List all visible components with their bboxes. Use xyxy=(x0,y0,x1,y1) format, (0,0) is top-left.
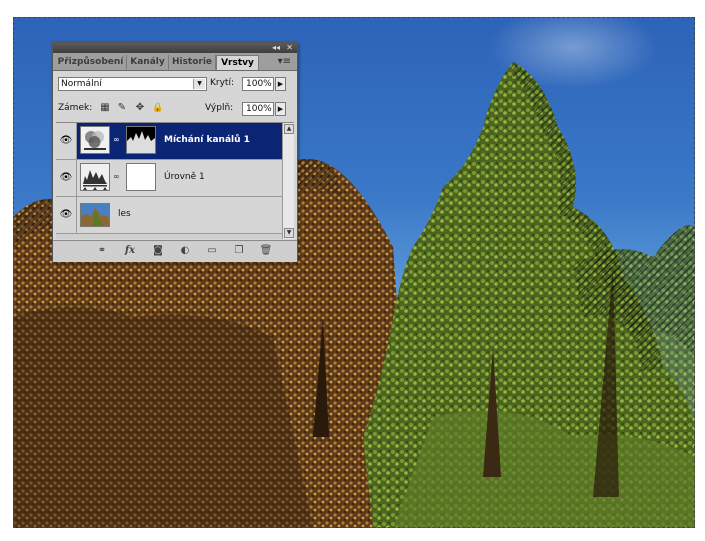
opacity-slider-arrow-icon[interactable]: ▶ xyxy=(275,77,286,91)
add-mask-icon[interactable]: ◙ xyxy=(151,244,165,258)
mask-link-chain-icon[interactable]: ∞ xyxy=(113,172,120,181)
levels-adjustment-icon xyxy=(80,163,110,191)
lock-row: Zámek: ▦ ✎ ✥ 🔒 Výplň: 100% ▶ xyxy=(53,98,297,120)
dropdown-arrow-icon[interactable]: ▼ xyxy=(193,79,205,89)
blend-mode-value: Normální xyxy=(61,79,102,89)
blend-row: Normální ▼ Krytí: 100% ▶ xyxy=(53,73,297,95)
scroll-down-icon[interactable]: ▼ xyxy=(284,228,294,238)
layer-row-levels[interactable]: 👁 ∞ Úrovně 1 xyxy=(56,160,282,197)
layer-row-channel-mixer[interactable]: 👁 ∞ Míchání kanálů 1 xyxy=(56,123,282,160)
visibility-eye-icon[interactable]: 👁 xyxy=(56,123,77,159)
panel-title-bar[interactable]: ◂◂ ✕ xyxy=(53,43,297,53)
layers-scrollbar[interactable]: ▲ ▼ xyxy=(282,123,294,239)
fill-input[interactable]: 100% xyxy=(242,102,274,116)
lock-all-icon[interactable]: 🔒 xyxy=(152,102,164,114)
layers-panel[interactable]: ◂◂ ✕ Přizpůsobení Kanály Historie Vrstvy… xyxy=(52,42,298,262)
layer-mask-thumbnail[interactable] xyxy=(126,126,156,154)
layers-bottom-toolbar: ⚭ fx ◙ ◐ ▭ ❐ 🗑 xyxy=(53,240,297,262)
collapse-icon[interactable]: ◂◂ xyxy=(272,43,280,53)
tab-history[interactable]: Historie xyxy=(169,55,216,70)
layers-list: 👁 ∞ Míchání kanálů 1 👁 ∞ Úrovně 1 👁 les … xyxy=(56,122,294,239)
channel-mixer-adjustment-icon xyxy=(80,126,110,154)
fill-slider-arrow-icon[interactable]: ▶ xyxy=(275,102,286,116)
layer-name: Míchání kanálů 1 xyxy=(164,135,250,145)
image-layer-thumbnail xyxy=(80,203,110,227)
new-group-folder-icon[interactable]: ▭ xyxy=(205,244,219,258)
opacity-label: Krytí: xyxy=(210,78,234,88)
fill-label: Výplň: xyxy=(205,103,234,113)
new-layer-icon[interactable]: ❐ xyxy=(232,244,246,258)
layer-row-image[interactable]: 👁 les xyxy=(56,197,282,234)
lock-position-icon[interactable]: ✥ xyxy=(134,102,146,114)
trash-icon[interactable]: 🗑 xyxy=(259,244,273,258)
close-icon[interactable]: ✕ xyxy=(286,43,293,53)
tab-layers[interactable]: Vrstvy xyxy=(216,55,259,70)
layer-mask-thumbnail[interactable] xyxy=(126,163,156,191)
panel-tabs: Přizpůsobení Kanály Historie Vrstvy ▾≡ xyxy=(53,53,297,71)
lock-label: Zámek: xyxy=(58,103,93,113)
visibility-eye-icon[interactable]: 👁 xyxy=(56,197,77,233)
panel-menu-icon[interactable]: ▾≡ xyxy=(278,55,291,68)
link-layers-icon[interactable]: ⚭ xyxy=(95,244,109,258)
lock-transparency-icon[interactable]: ▦ xyxy=(99,102,111,114)
blend-mode-select[interactable]: Normální ▼ xyxy=(58,77,207,91)
scroll-up-icon[interactable]: ▲ xyxy=(284,124,294,134)
tab-adjustments[interactable]: Přizpůsobení xyxy=(55,55,127,70)
layer-name: les xyxy=(118,209,131,219)
lock-paint-icon[interactable]: ✎ xyxy=(116,102,128,114)
mask-link-chain-icon[interactable]: ∞ xyxy=(113,135,120,144)
opacity-input[interactable]: 100% xyxy=(242,77,274,91)
new-adjustment-layer-icon[interactable]: ◐ xyxy=(178,244,192,258)
tab-channels[interactable]: Kanály xyxy=(127,55,169,70)
layer-name: Úrovně 1 xyxy=(164,172,205,182)
visibility-eye-icon[interactable]: 👁 xyxy=(56,160,77,196)
fx-layer-style-icon[interactable]: fx xyxy=(123,244,137,258)
